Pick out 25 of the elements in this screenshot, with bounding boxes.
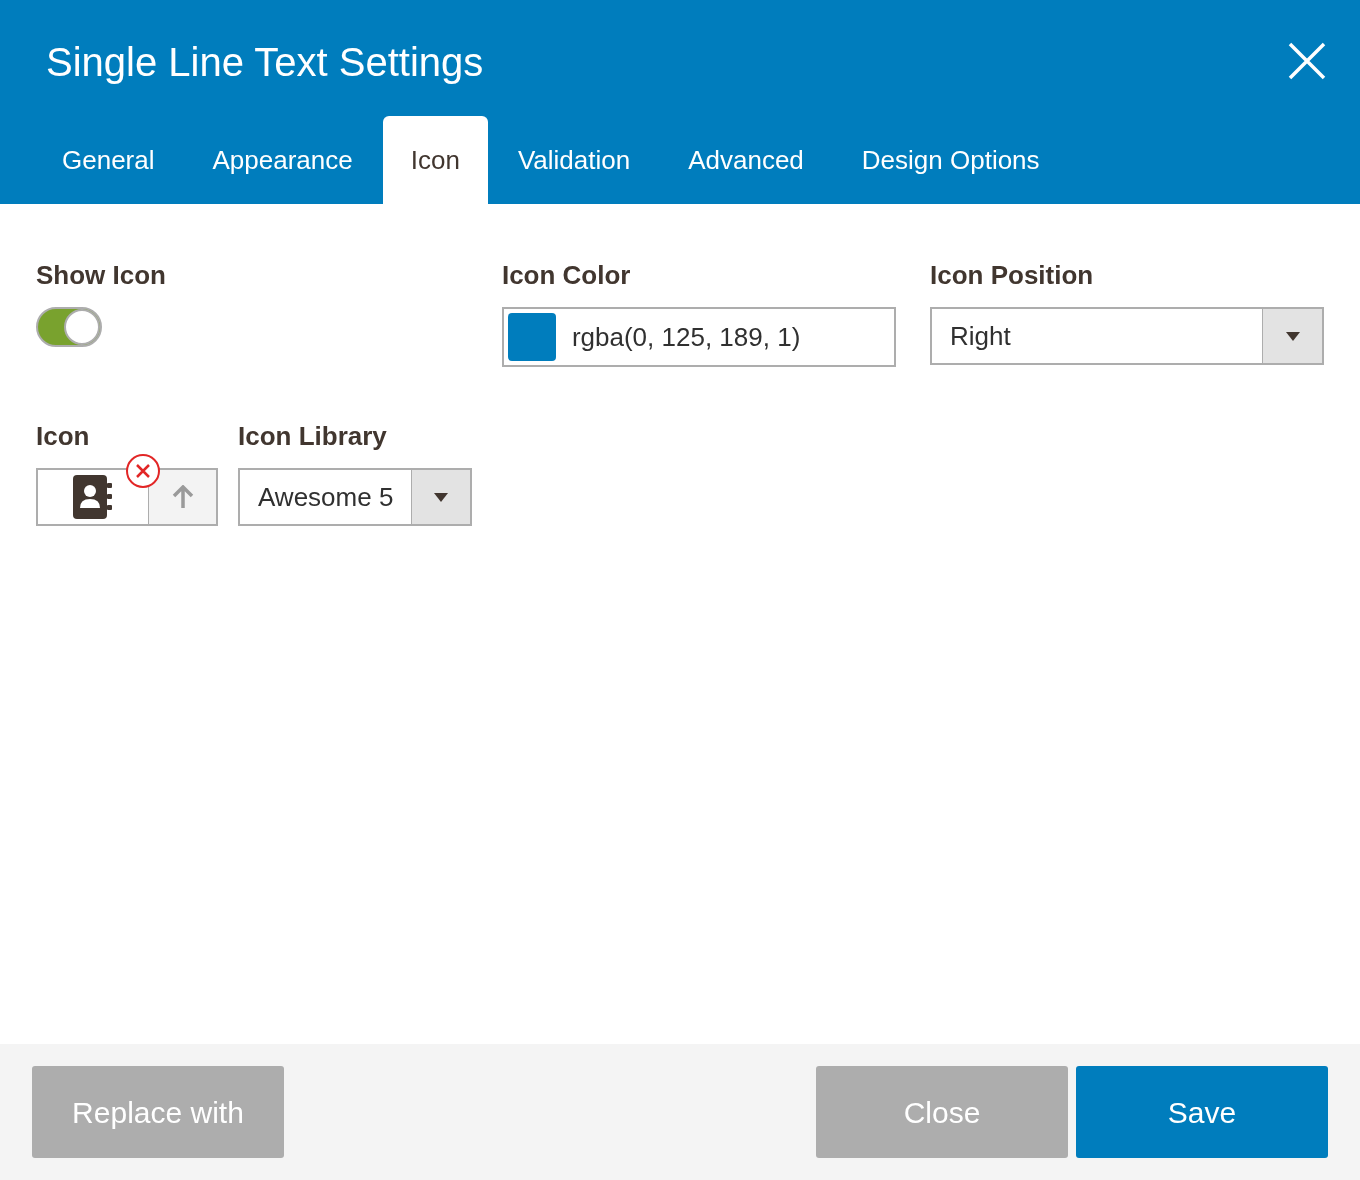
tab[interactable]: Appearance xyxy=(184,116,381,204)
remove-icon[interactable] xyxy=(126,454,160,488)
upload-button[interactable] xyxy=(148,470,216,524)
select-field[interactable]: Right xyxy=(930,307,1324,365)
select-field[interactable]: Awesome 5 xyxy=(238,468,472,526)
toggle-switch[interactable] xyxy=(36,307,102,347)
tab[interactable]: Design Options xyxy=(833,116,1068,204)
tab[interactable]: Icon xyxy=(382,116,488,204)
field-label: Show Icon xyxy=(36,259,166,292)
close-icon[interactable] xyxy=(1288,42,1326,80)
field-label: Icon xyxy=(36,420,90,453)
color-field[interactable]: rgba(0, 125, 189, 1) xyxy=(501,307,896,367)
save-button[interactable]: Save xyxy=(1076,1066,1328,1158)
caret-down-icon xyxy=(434,492,449,502)
tab[interactable]: Advanced xyxy=(660,116,832,204)
field-label: Icon Position xyxy=(930,259,1094,292)
contact-book-icon xyxy=(73,475,113,519)
color-swatch xyxy=(507,313,556,361)
tab[interactable]: Validation xyxy=(489,116,659,204)
tab[interactable]: General xyxy=(34,116,183,204)
field-label: Icon Color xyxy=(501,259,631,292)
field-label: Icon Library xyxy=(238,420,387,453)
caret-down-icon xyxy=(1285,331,1300,341)
arrow-up-icon xyxy=(171,485,194,509)
dialog-title: Single Line Text Settings xyxy=(46,39,484,86)
